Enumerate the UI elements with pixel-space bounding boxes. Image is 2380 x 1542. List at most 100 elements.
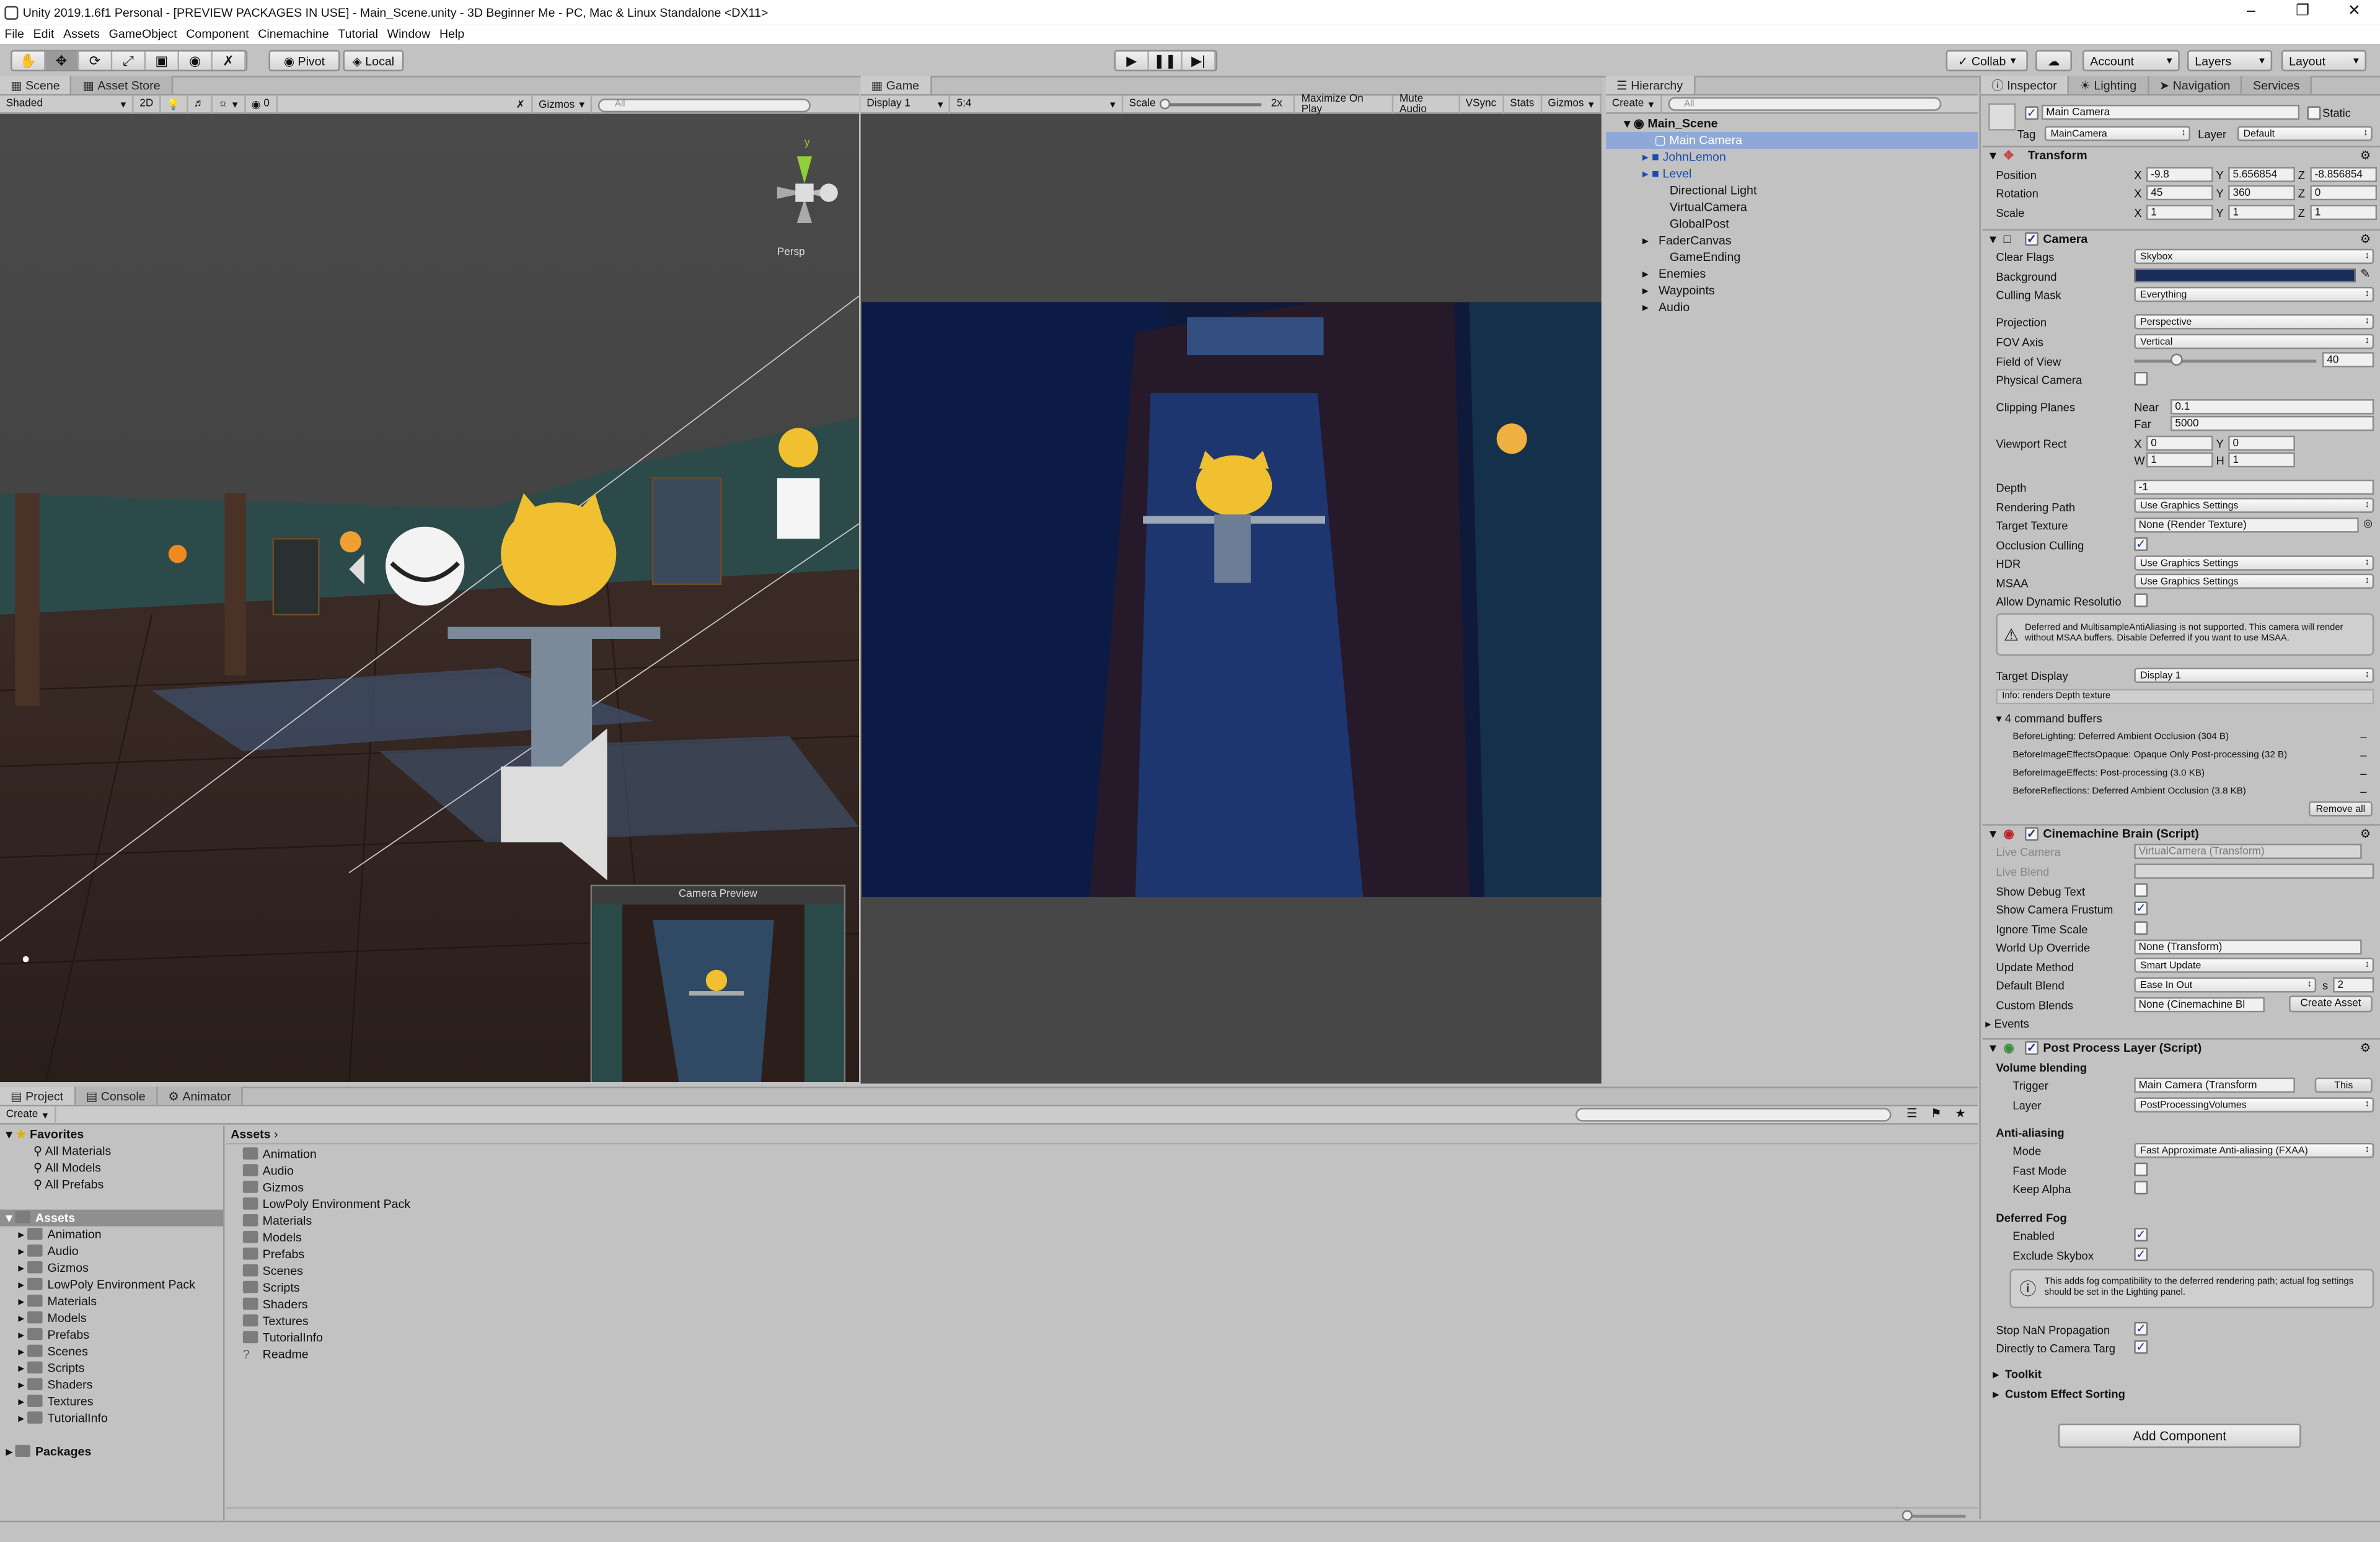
viewport-x-field[interactable]: 0 [2146,435,2213,451]
pause-icon[interactable]: ❚❚ [1148,51,1183,70]
remove-buffer-icon[interactable]: – [2360,745,2366,763]
menu-edit[interactable]: Edit [29,27,58,41]
asset-item[interactable]: LowPoly Environment Pack [242,1196,410,1213]
tree-folder[interactable]: ▸ Scenes [0,1343,223,1360]
tab-asset-store[interactable]: ▦ Asset Store [72,76,173,94]
tree-folder[interactable]: ▸ Textures [0,1393,223,1410]
asset-item[interactable]: TutorialInfo [242,1329,410,1346]
add-component-button[interactable]: Add Component [2058,1423,2301,1448]
minimize-icon[interactable]: – [2225,0,2276,24]
component-settings-icon[interactable]: ⚙ [2360,1041,2371,1055]
foldout-arrow-icon[interactable]: ▸ [18,1345,24,1359]
hierarchy-item-gameending[interactable]: GameEnding [1606,249,1978,266]
foldout-arrow-icon[interactable]: ▾ [6,1127,12,1141]
far-field[interactable]: 5000 [2171,415,2374,431]
hierarchy-item-main-camera[interactable]: ▢ Main Camera [1606,132,1978,149]
this-button[interactable]: This [2314,1077,2373,1093]
icon-size-slider[interactable] [1902,1510,1966,1521]
maximize-icon[interactable]: ❐ [2276,0,2328,24]
occlusion-culling-checkbox[interactable]: ✓ [2134,537,2148,551]
tree-folder[interactable]: ▸ Shaders [0,1377,223,1393]
rendering-path-dropdown[interactable]: Use Graphics Settings [2134,498,2374,513]
custom-sorting-foldout[interactable]: ▸ Custom Effect Sorting [1993,1384,2125,1402]
fov-value[interactable]: 40 [2322,352,2374,368]
foldout-arrow-icon[interactable]: ▸ [1993,1386,2005,1400]
camera-projection_v-dropdown[interactable]: Perspective [2134,314,2374,330]
favorite-star-icon[interactable]: ★ [1955,1106,1966,1120]
tab-project[interactable]: ▤ Project [0,1086,76,1105]
foldout-arrow-icon[interactable]: ▾ [6,1211,12,1225]
stop-nan-checkbox[interactable]: ✓ [2134,1321,2148,1336]
tab-lighting[interactable]: ☀ Lighting [2069,76,2149,94]
tab-animator[interactable]: ⚙ Animator [157,1086,244,1105]
hidden-count[interactable]: ◉ 0 [245,95,278,113]
hierarchy-item-johnlemon[interactable]: ▸ ■ JohnLemon [1606,149,1978,165]
scale-slider[interactable]: Scale 2x [1123,95,1295,113]
cloud-button[interactable]: ☁ [2035,50,2072,72]
hierarchy-item-virtualcamera[interactable]: VirtualCamera [1606,199,1978,216]
world-up-field[interactable]: None (Transform) [2134,939,2362,955]
transform-rx-field[interactable]: 45 [2146,185,2213,201]
asset-item[interactable]: Scripts [242,1279,410,1296]
tree-folder[interactable]: ▸ Models [0,1310,223,1326]
remove-buffer-icon[interactable]: – [2360,782,2366,800]
menu-window[interactable]: Window [382,27,434,41]
stats-toggle[interactable]: Stats [1504,95,1542,113]
expand-arrow-icon[interactable]: ▸ [1642,284,1649,297]
viewport-y-field[interactable]: 0 [2228,435,2295,451]
default-blend-dropdown[interactable]: Ease In Out [2134,977,2317,993]
shading-dropdown[interactable]: Shaded [0,95,134,113]
viewport-h-field[interactable]: 1 [2228,452,2295,468]
aspect-dropdown[interactable]: 5:4 [951,95,1123,113]
2d-toggle[interactable]: 2D [134,95,161,113]
fav-all-models[interactable]: ⚲ All Models [0,1160,223,1176]
foldout-arrow-icon[interactable]: ▾ [1982,827,2003,841]
toolkit-foldout[interactable]: ▸ Toolkit [1993,1364,2042,1382]
target-display-dropdown[interactable]: Display 1 [2134,667,2374,683]
menu-file[interactable]: File [0,27,29,41]
tag-dropdown[interactable]: MainCamera [2044,126,2190,141]
asset-item[interactable]: Gizmos [242,1179,410,1196]
foldout-arrow-icon[interactable]: ▸ [18,1328,24,1342]
hierarchy-item-waypoints[interactable]: ▸ Waypoints [1606,282,1978,299]
layers-dropdown[interactable]: Layers [2187,50,2273,72]
update-method-dropdown[interactable]: Smart Update [2134,958,2374,973]
scene-gizmo[interactable]: y [771,138,844,226]
foldout-arrow-icon[interactable]: ▾ [1982,232,2003,246]
breadcrumb-assets[interactable]: Assets [231,1127,270,1141]
tree-folder[interactable]: ▸ Gizmos [0,1260,223,1277]
ppl-layer-dropdown[interactable]: PostProcessingVolumes [2134,1097,2374,1112]
foldout-arrow-icon[interactable]: ▾ [1996,711,2004,725]
vsync-toggle[interactable]: VSync [1460,95,1504,113]
tab-navigation[interactable]: ➤ Navigation [2148,76,2242,94]
transform-pz-field[interactable]: -8.856854 [2310,167,2378,182]
remove-all-button[interactable]: Remove all [2308,801,2373,817]
tree-folder[interactable]: ▸ Animation [0,1227,223,1243]
aa-mode-dropdown[interactable]: Fast Approximate Anti-aliasing (FXAA) [2134,1142,2374,1158]
foldout-arrow-icon[interactable]: ▸ [6,1445,12,1458]
foldout-arrow-icon[interactable]: ▸ [18,1378,24,1392]
tree-folder[interactable]: ▸ Scripts [0,1360,223,1377]
scene-tools-icon[interactable]: ✗ [510,95,533,114]
expand-arrow-icon[interactable]: ▸ [1642,150,1649,164]
trigger-field[interactable]: Main Camera (Transform [2134,1077,2295,1093]
viewport-w-field[interactable]: 1 [2146,452,2213,468]
show-debug-checkbox[interactable] [2134,883,2148,897]
expand-arrow-icon[interactable]: ▸ [1642,301,1649,314]
hdr-dropdown[interactable]: Use Graphics Settings [2134,555,2374,571]
local-button[interactable]: ◈ Local [343,50,404,72]
asset-item[interactable]: Models [242,1230,410,1246]
active-checkbox[interactable]: ✓ [2024,106,2039,120]
hierarchy-item-globalpost[interactable]: GlobalPost [1606,216,1978,232]
pivot-button[interactable]: ◉ Pivot [268,50,340,72]
filter-label-icon[interactable]: ⚑ [1931,1106,1942,1120]
tree-folder[interactable]: ▸ Prefabs [0,1326,223,1343]
menu-assets[interactable]: Assets [59,27,105,41]
menu-tutorial[interactable]: Tutorial [333,27,382,41]
menu-gameobject[interactable]: GameObject [104,27,182,41]
eyedropper-icon[interactable]: ✎ [2360,267,2370,281]
events-foldout[interactable]: ▸ Events [1985,1014,2029,1032]
asset-item[interactable]: ? Readme [243,1346,410,1363]
display-dropdown[interactable]: Display 1 [861,95,951,113]
tab-console[interactable]: ▤ Console [75,1086,158,1105]
